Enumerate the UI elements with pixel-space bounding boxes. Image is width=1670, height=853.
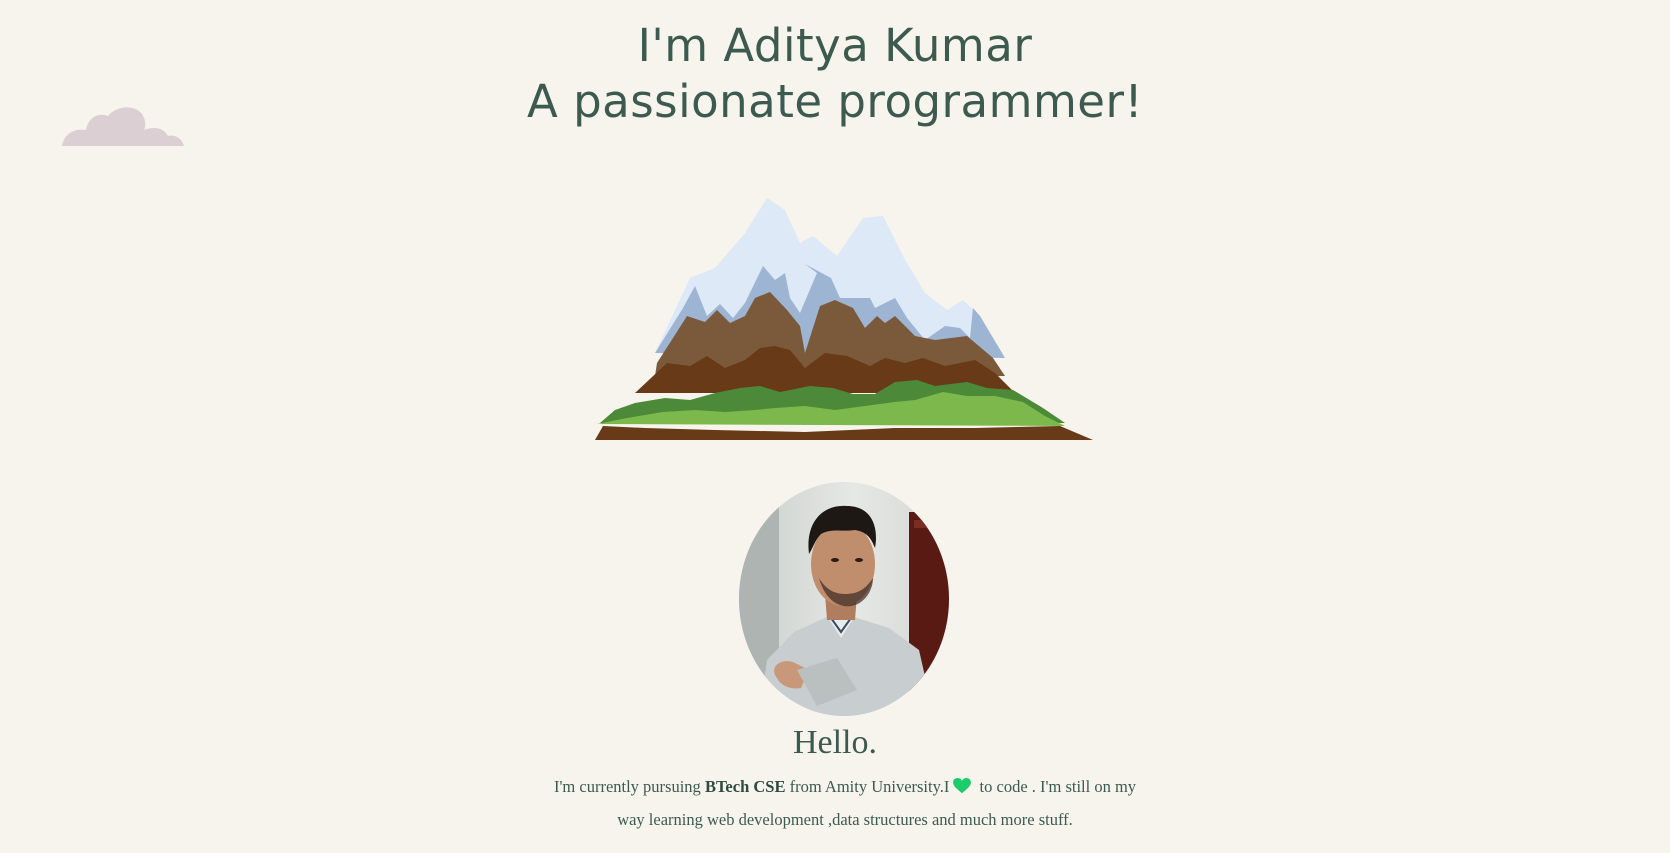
profile-photo [739, 482, 949, 716]
hero-header: I'm Aditya Kumar A passionate programmer… [0, 18, 1670, 130]
hero-subtitle: A passionate programmer! [526, 75, 1144, 128]
about-paragraph: I'm currently pursuing BTech CSE from Am… [552, 770, 1138, 836]
degree-text: BTech CSE [704, 777, 786, 796]
about-text-middle: from Amity University.I [785, 777, 950, 796]
about-text-before: I'm currently pursuing [553, 777, 705, 796]
mountain-illustration [595, 198, 1093, 440]
green-heart-icon [953, 778, 972, 794]
hello-heading: Hello. [792, 724, 878, 761]
profile-photo-illustration [739, 482, 949, 716]
hero-title: I'm Aditya Kumar [637, 19, 1033, 72]
